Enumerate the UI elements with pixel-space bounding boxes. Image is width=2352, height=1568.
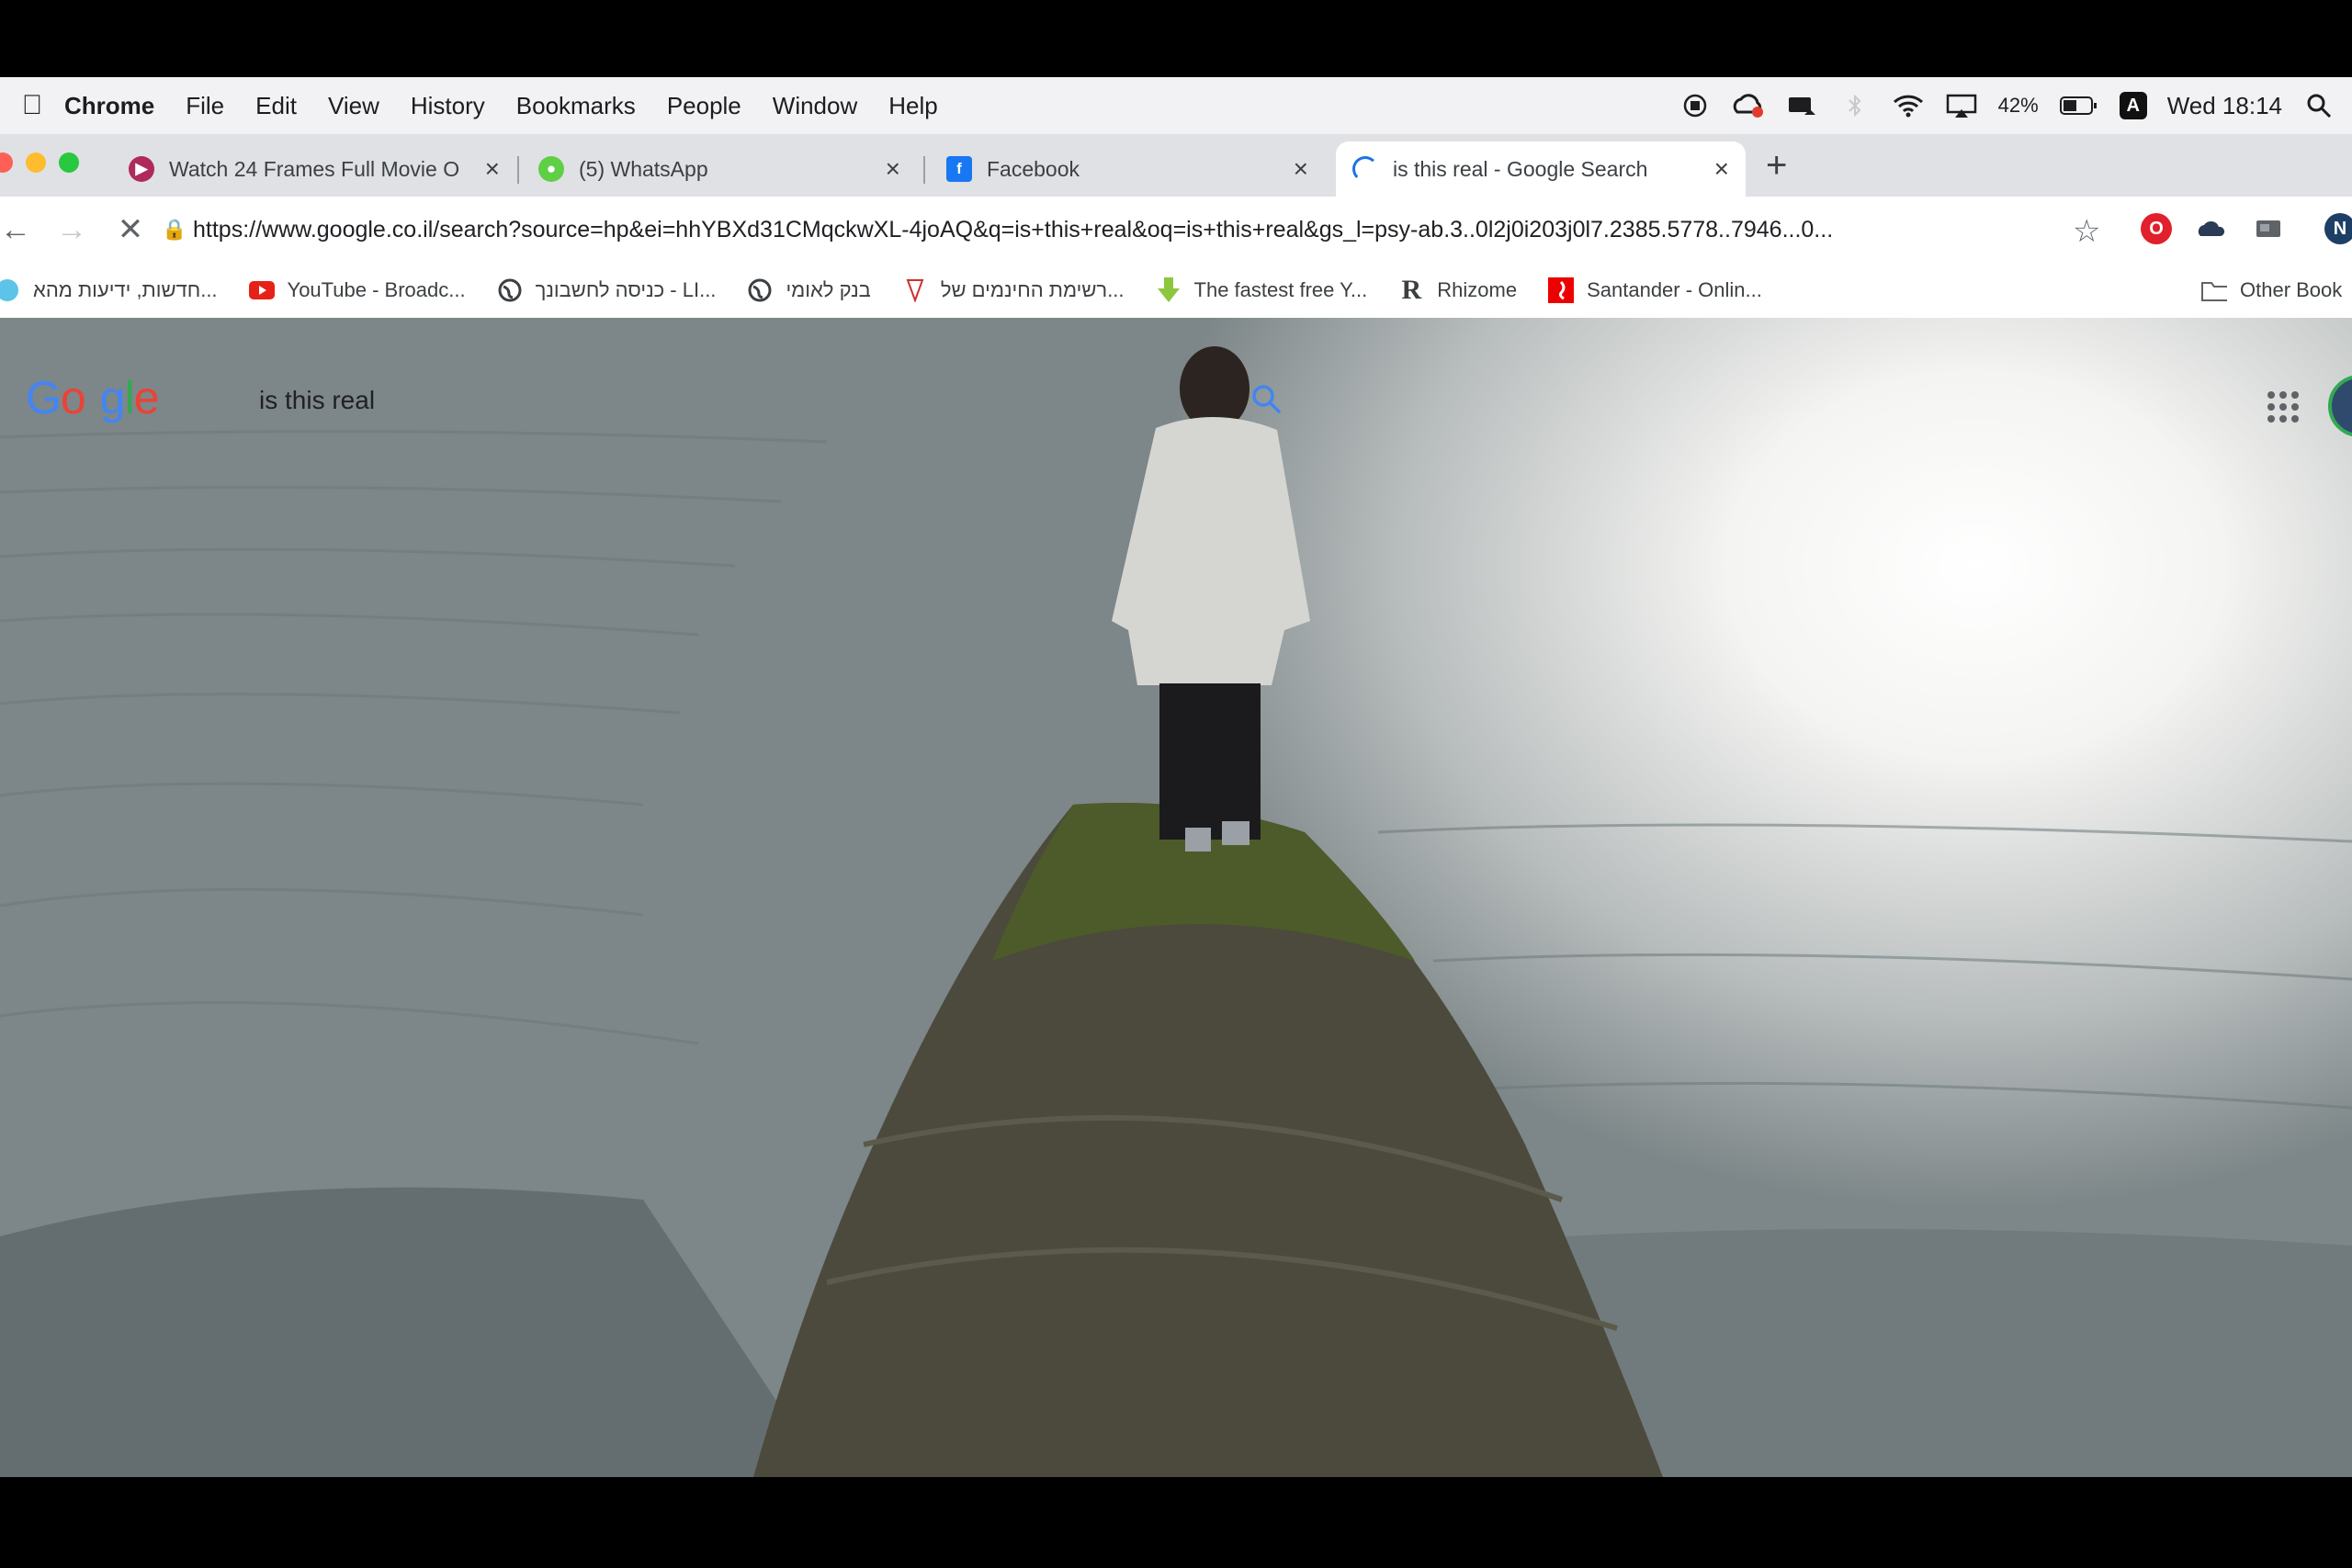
bookmark-label: YouTube - Broadc... (287, 278, 466, 301)
spotlight-search-icon[interactable] (2302, 89, 2335, 122)
other-bookmarks-folder[interactable]: Other Book (2201, 277, 2342, 303)
close-window-button[interactable] (0, 152, 13, 173)
menu-history[interactable]: History (395, 92, 501, 120)
window-controls (0, 152, 96, 173)
close-tab-icon[interactable]: × (886, 154, 900, 184)
cloud-extension-icon[interactable] (2196, 213, 2227, 244)
news-icon (0, 277, 20, 303)
bookmark-item[interactable]: רשימת החינמים של... (902, 277, 1125, 303)
sea-photo (0, 346, 2352, 1477)
back-button[interactable]: ← (0, 212, 31, 248)
bookmark-label: רשימת החינמים של... (940, 278, 1125, 301)
account-avatar[interactable] (2328, 375, 2352, 437)
tab-facebook[interactable]: f Facebook × (930, 141, 1325, 197)
bookmark-item[interactable]: The fastest free Y... (1156, 277, 1368, 303)
bookmark-label: The fastest free Y... (1193, 278, 1368, 301)
notes-sync-icon[interactable] (1785, 89, 1818, 122)
zoom-window-button[interactable] (59, 152, 79, 173)
globe-icon (747, 277, 773, 303)
profile-extension-icon[interactable]: N (2324, 213, 2352, 244)
bookmark-label: Santander - Onlin... (1587, 278, 1762, 301)
screen-record-icon[interactable] (1679, 89, 1712, 122)
menu-app-name[interactable]: Chrome (64, 92, 170, 120)
bluetooth-icon[interactable] (1838, 89, 1871, 122)
google-search-header: Go gle is this real (0, 331, 2352, 441)
menu-file[interactable]: File (170, 92, 240, 120)
creative-cloud-icon[interactable] (1732, 89, 1765, 122)
new-tab-button[interactable]: + (1766, 145, 1787, 186)
tab-title: (5) WhatsApp (579, 156, 708, 181)
bookmark-item[interactable]: YouTube - Broadc... (248, 277, 466, 303)
facebook-icon: f (946, 156, 972, 182)
menubar-clock[interactable]: Wed 18:14 (2167, 92, 2282, 120)
santander-icon (1548, 277, 1575, 303)
bookmark-label: Rhizome (1437, 278, 1518, 301)
tab-watch-24-frames[interactable]: ▶ Watch 24 Frames Full Movie O × (112, 141, 516, 197)
forward-button[interactable]: → (42, 212, 101, 248)
tab-separator (923, 156, 925, 184)
minimize-window-button[interactable] (26, 152, 46, 173)
menu-edit[interactable]: Edit (240, 92, 312, 120)
tab-title: is this real - Google Search (1393, 156, 1648, 181)
tab-separator (517, 156, 519, 184)
globe-icon (497, 277, 523, 303)
tab-strip: ▶ Watch 24 Frames Full Movie O × ● (5) W… (0, 134, 2352, 197)
battery-icon[interactable] (2059, 89, 2099, 122)
apple-icon[interactable]:  (0, 90, 64, 121)
bookmark-icon (902, 277, 928, 303)
bookmark-star-icon[interactable]: ☆ (2073, 213, 2100, 250)
bookmark-label: חדשות, ידיעות מהא... (33, 278, 218, 301)
folder-icon (2201, 277, 2227, 303)
tab-title: Facebook (987, 156, 1080, 181)
battery-percent: 42% (1997, 94, 2039, 117)
input-source-indicator[interactable]: A (2119, 92, 2147, 119)
lock-icon[interactable]: 🔒 (156, 218, 193, 242)
search-icon[interactable] (1251, 384, 1283, 423)
opera-extension-icon[interactable]: O (2141, 213, 2172, 244)
bookmark-label: Other Book (2240, 278, 2343, 301)
youtube-icon (248, 277, 275, 303)
bookmark-label: בנק לאומי (786, 278, 871, 301)
menu-window[interactable]: Window (757, 92, 873, 120)
close-tab-icon[interactable]: × (1294, 154, 1308, 184)
search-query-input[interactable]: is this real (259, 386, 375, 415)
google-logo[interactable]: Go gle (26, 371, 160, 424)
stop-loading-button[interactable]: ✕ (101, 211, 160, 248)
menu-people[interactable]: People (651, 92, 757, 120)
play-circle-icon: ▶ (129, 156, 154, 182)
bookmarks-bar: חדשות, ידיעות מהא... YouTube - Broadc...… (0, 263, 2352, 319)
menu-bookmarks[interactable]: Bookmarks (501, 92, 651, 120)
whatsapp-icon: ● (538, 156, 564, 182)
bookmark-item[interactable]: R Rhizome (1398, 275, 1518, 305)
url-text[interactable]: https://www.google.co.il/search?source=h… (193, 217, 2086, 243)
address-bar[interactable]: 🔒 https://www.google.co.il/search?source… (156, 204, 2086, 255)
tab-whatsapp[interactable]: ● (5) WhatsApp × (522, 141, 917, 197)
screenshot-extension-icon[interactable] (2253, 213, 2284, 244)
page-content-photo: Go gle is this real (0, 318, 2352, 1477)
menu-view[interactable]: View (312, 92, 395, 120)
google-apps-grid-icon[interactable] (2267, 391, 2299, 423)
screen-frame:  Chrome File Edit View History Bookmark… (0, 0, 2352, 1568)
loading-spinner-icon (1352, 156, 1378, 182)
tab-google-search[interactable]: is this real - Google Search × (1336, 141, 1746, 197)
close-tab-icon[interactable]: × (1714, 154, 1729, 184)
mac-menubar:  Chrome File Edit View History Bookmark… (0, 77, 2352, 134)
bookmark-label: כניסה לחשבונך - LI... (535, 278, 717, 301)
rhizome-icon: R (1401, 275, 1422, 305)
menu-help[interactable]: Help (873, 92, 953, 120)
browser-toolbar: ← → ✕ 🔒 https://www.google.co.il/search?… (0, 197, 2352, 263)
bookmark-item[interactable]: Santander - Onlin... (1548, 277, 1762, 303)
close-tab-icon[interactable]: × (485, 154, 500, 184)
download-arrow-icon (1156, 277, 1182, 303)
bookmark-item[interactable]: חדשות, ידיעות מהא... (0, 277, 218, 303)
bookmark-item[interactable]: בנק לאומי (747, 277, 871, 303)
wifi-icon[interactable] (1892, 89, 1925, 122)
airplay-icon[interactable] (1945, 89, 1978, 122)
bookmark-item[interactable]: כניסה לחשבונך - LI... (497, 277, 717, 303)
tab-title: Watch 24 Frames Full Movie O (169, 156, 460, 181)
